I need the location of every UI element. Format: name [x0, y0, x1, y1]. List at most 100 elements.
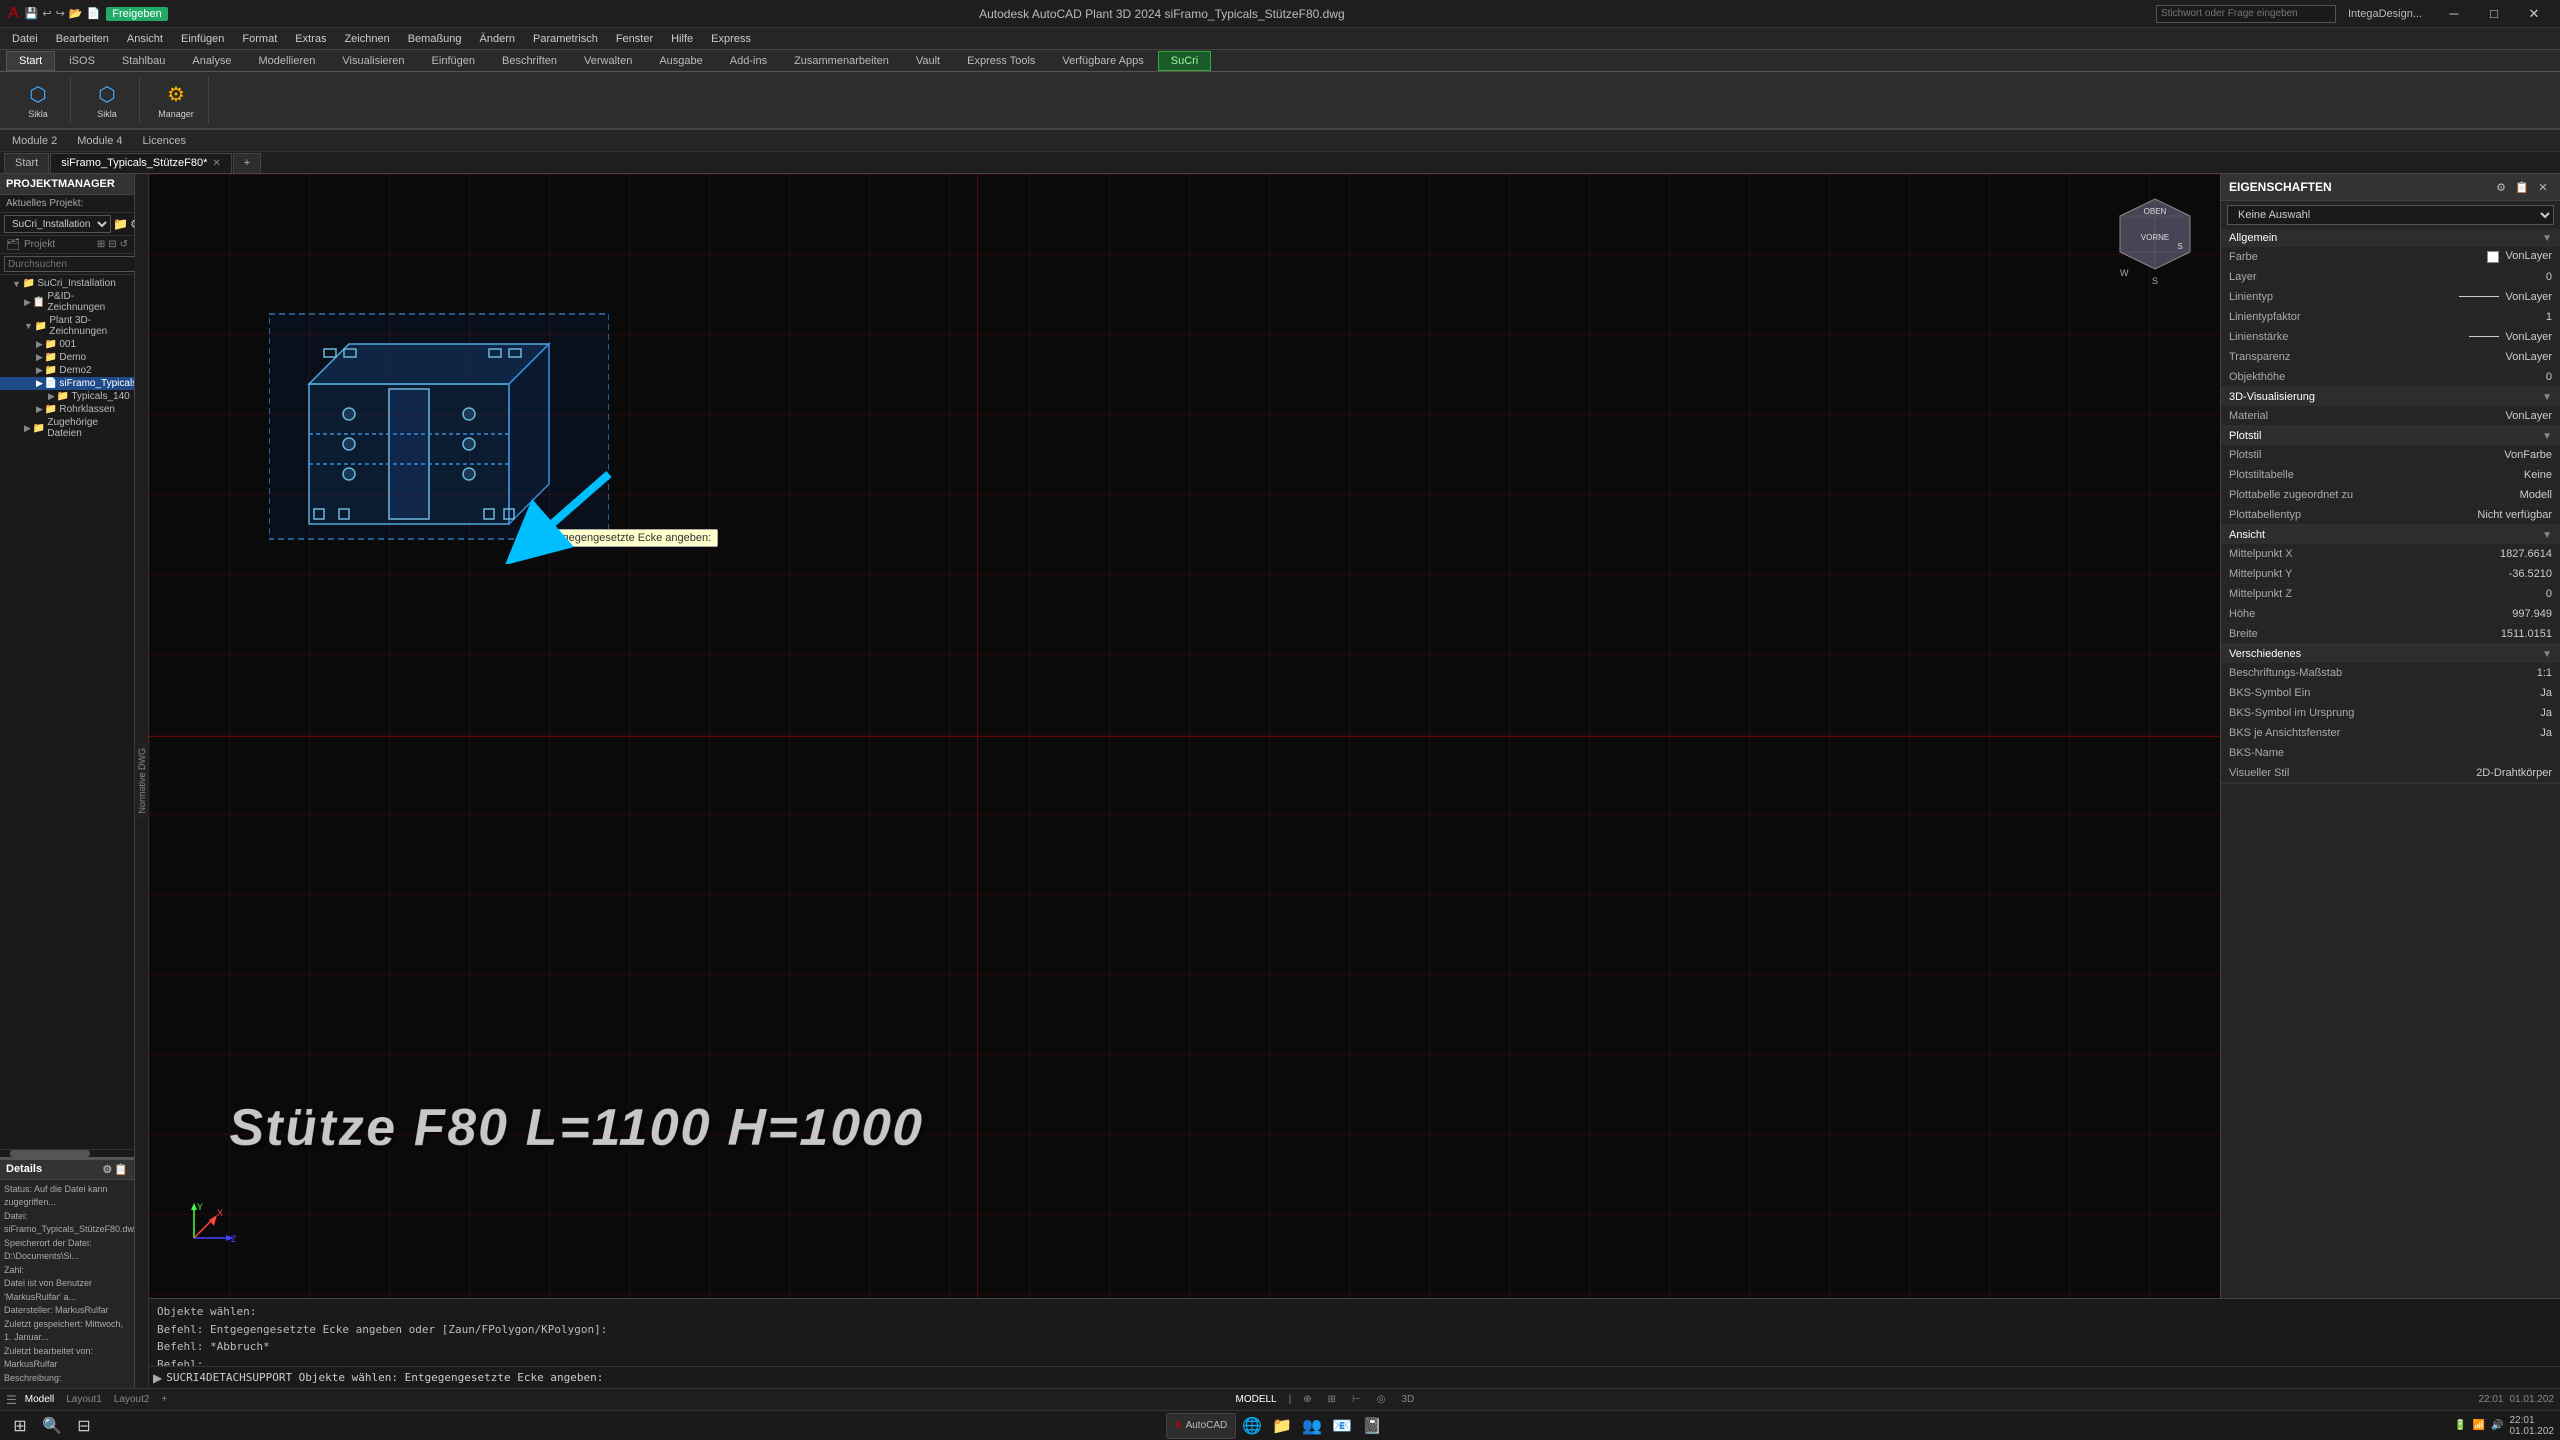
details-icon2[interactable]: 📋	[114, 1163, 128, 1176]
polar-btn[interactable]: ◎	[1373, 1391, 1390, 1409]
props-section-verschiedenes-header[interactable]: Verschiedenes ▼	[2221, 645, 2560, 663]
tab-visualisieren[interactable]: Visualisieren	[329, 51, 417, 71]
module-2[interactable]: Module 2	[6, 133, 63, 149]
project-dropdown[interactable]: SuCri_Installation	[4, 215, 111, 233]
tree-refresh-icon[interactable]: ↺	[120, 239, 128, 250]
tab-express-tools[interactable]: Express Tools	[954, 51, 1048, 71]
menu-zeichnen[interactable]: Zeichnen	[336, 31, 397, 47]
canvas-area[interactable]: Entgegengesetzte Ecke angeben: Stütze F8…	[149, 174, 2220, 1298]
open-icon[interactable]: 📂	[69, 7, 83, 20]
menu-einfuegen[interactable]: Einfügen	[173, 31, 232, 47]
sikla2-btn[interactable]: ⬡ Sikla	[83, 76, 131, 124]
props-section-3dvis-header[interactable]: 3D-Visualisierung ▼	[2221, 388, 2560, 406]
props-tb-icon1[interactable]: ⚙	[2492, 178, 2510, 196]
menu-bemassung[interactable]: Bemaßung	[400, 31, 470, 47]
tab-analyse[interactable]: Analyse	[179, 51, 244, 71]
snap-btn[interactable]: ⊕	[1299, 1391, 1315, 1409]
search-button[interactable]: 🔍	[38, 1412, 66, 1440]
tree-item-siframo[interactable]: ▶ 📄 siFramo_Typicals_StützeF80	[0, 377, 134, 390]
module-4[interactable]: Module 4	[71, 133, 128, 149]
model-btn[interactable]: Modell	[21, 1391, 58, 1409]
tab-isos[interactable]: iSOS	[56, 51, 108, 71]
tab-start[interactable]: Start	[6, 51, 55, 71]
menu-parametrisch[interactable]: Parametrisch	[525, 31, 606, 47]
tab-vault[interactable]: Vault	[903, 51, 953, 71]
tab-beschriften[interactable]: Beschriften	[489, 51, 570, 71]
menu-fenster[interactable]: Fenster	[608, 31, 661, 47]
menu-ansicht[interactable]: Ansicht	[119, 31, 171, 47]
close-doc-icon[interactable]: ✕	[212, 158, 220, 169]
add-layout-btn[interactable]: +	[157, 1391, 171, 1409]
folder-btn[interactable]: 📁	[1268, 1412, 1296, 1440]
viewcube[interactable]: OBEN VORNE S W S	[2110, 194, 2200, 284]
tab-active-doc[interactable]: siFramo_Typicals_StützeF80* ✕	[50, 153, 232, 173]
props-section-ansicht-header[interactable]: Ansicht ▼	[2221, 526, 2560, 544]
tree-collapse-icon[interactable]: ⊟	[108, 239, 116, 250]
tab-start-doc[interactable]: Start	[4, 153, 49, 173]
props-close-icon[interactable]: ✕	[2534, 178, 2552, 196]
3d-btn[interactable]: 3D	[1397, 1391, 1418, 1409]
close-button[interactable]: ✕	[2516, 0, 2552, 28]
tree-item-demo[interactable]: ▶ 📁 Demo	[0, 351, 134, 364]
tree-item-sucri[interactable]: ▼ 📁 SuCri_Installation	[0, 277, 134, 290]
menu-format[interactable]: Format	[234, 31, 285, 47]
tree-expand-icon[interactable]: ⊞	[97, 239, 105, 250]
tab-modellieren[interactable]: Modellieren	[246, 51, 329, 71]
props-section-allgemein-header[interactable]: Allgemein ▼	[2221, 229, 2560, 247]
tree-item-001[interactable]: ▶ 📁 001	[0, 338, 134, 351]
tree-item-zugehoerige[interactable]: ▶ 📁 Zugehörige Dateien	[0, 416, 134, 440]
redo-icon[interactable]: ↪	[56, 7, 65, 20]
onenote-btn[interactable]: 📓	[1358, 1412, 1386, 1440]
autocad-taskbar-btn[interactable]: A AutoCAD	[1166, 1413, 1236, 1439]
menu-extras[interactable]: Extras	[287, 31, 334, 47]
start-button[interactable]: ⊞	[6, 1412, 34, 1440]
props-section-plotstil-header[interactable]: Plotstil ▼	[2221, 427, 2560, 445]
tab-sucri[interactable]: SuCri	[1158, 51, 1212, 71]
menu-bearbeiten[interactable]: Bearbeiten	[48, 31, 117, 47]
tree-item-pid[interactable]: ▶ 📋 P&ID-Zeichnungen	[0, 290, 134, 314]
taskview-button[interactable]: ⊟	[70, 1412, 98, 1440]
details-icon1[interactable]: ⚙	[102, 1163, 112, 1176]
sikla-btn[interactable]: ⬡ Sikla	[14, 76, 62, 124]
tab-einfuegen[interactable]: Einfügen	[419, 51, 488, 71]
tab-zusammenarbeiten[interactable]: Zusammenarbeiten	[781, 51, 902, 71]
menu-express[interactable]: Express	[703, 31, 759, 47]
teams-btn[interactable]: 👥	[1298, 1412, 1326, 1440]
layout1-btn[interactable]: Layout1	[62, 1391, 106, 1409]
grid-btn[interactable]: ⊞	[1324, 1391, 1340, 1409]
tab-stahlbau[interactable]: Stahlbau	[109, 51, 178, 71]
freigeben-badge[interactable]: Freigeben	[106, 7, 168, 21]
cmd-input[interactable]	[166, 1371, 2556, 1384]
tree-item-typicals[interactable]: ▶ 📁 Typicals_140	[0, 390, 134, 403]
tab-addins[interactable]: Add-ins	[717, 51, 780, 71]
tree-item-plant3d[interactable]: ▼ 📁 Plant 3D-Zeichnungen	[0, 314, 134, 338]
folder-icon[interactable]: 📁	[113, 217, 128, 231]
statusbar-modell[interactable]: MODELL	[1231, 1391, 1280, 1409]
tree-item-rohrklassen[interactable]: ▶ 📁 Rohrklassen	[0, 403, 134, 416]
tab-verfuegbare-apps[interactable]: Verfügbare Apps	[1049, 51, 1156, 71]
outlook-btn[interactable]: 📧	[1328, 1412, 1356, 1440]
save-icon[interactable]: 💾	[25, 7, 39, 20]
tab-verwalten[interactable]: Verwalten	[571, 51, 645, 71]
menu-icon[interactable]: ☰	[6, 1393, 17, 1407]
search-input[interactable]	[4, 256, 144, 272]
manager-btn[interactable]: ⚙ Manager	[152, 76, 200, 124]
new-icon[interactable]: 📄	[87, 7, 101, 20]
menu-datei[interactable]: Datei	[4, 31, 46, 47]
menu-aendern[interactable]: Ändern	[472, 31, 523, 47]
ortho-btn[interactable]: ⊢	[1348, 1391, 1365, 1409]
props-tb-icon2[interactable]: 📋	[2513, 178, 2531, 196]
chrome-btn[interactable]: 🌐	[1238, 1412, 1266, 1440]
tab-new-doc[interactable]: +	[233, 153, 261, 173]
tree-item-demo2[interactable]: ▶ 📁 Demo2	[0, 364, 134, 377]
tab-ausgabe[interactable]: Ausgabe	[646, 51, 715, 71]
search-input[interactable]	[2156, 5, 2336, 23]
layout2-btn[interactable]: Layout2	[110, 1391, 154, 1409]
licences[interactable]: Licences	[137, 133, 192, 149]
menu-hilfe[interactable]: Hilfe	[663, 31, 701, 47]
undo-icon[interactable]: ↩	[42, 7, 51, 20]
props-selection-dropdown[interactable]: Keine Auswahl	[2227, 205, 2554, 225]
maximize-button[interactable]: □	[2476, 0, 2512, 28]
minimize-button[interactable]: ─	[2436, 0, 2472, 28]
sidebar-hscrollbar[interactable]	[0, 1149, 134, 1157]
